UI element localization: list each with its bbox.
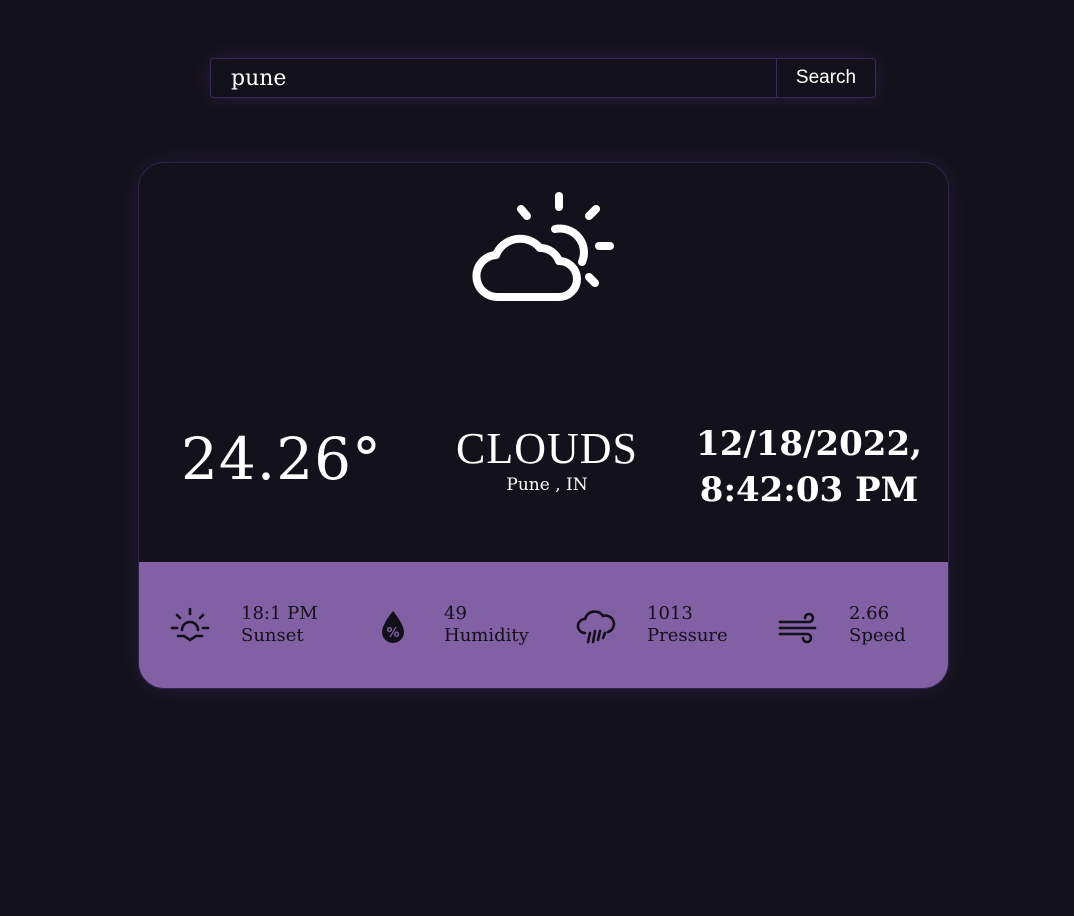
pressure-value: 1013 — [647, 603, 693, 624]
weather-condition: CLOUDS — [455, 424, 639, 473]
rain-cloud-icon — [576, 610, 616, 644]
location: Pune , IN — [506, 475, 588, 495]
weather-card: 24.26° CLOUDS Pune , IN 12/18/2022, 8:42… — [138, 162, 949, 689]
date-time: 12/18/2022, 8:42:03 PM — [679, 421, 939, 513]
wind-speed-label: Speed — [849, 625, 906, 646]
wind-text: 2.66 Speed — [849, 603, 906, 647]
date: 12/18/2022, — [696, 424, 922, 464]
pressure-label: Pressure — [647, 625, 728, 646]
pressure-text: 1013 Pressure — [647, 603, 728, 647]
sunset-label: Sunset — [241, 625, 304, 646]
sunset-text: 18:1 PM Sunset — [241, 603, 318, 647]
sunset-icon — [170, 607, 210, 642]
humidity-value: 49 — [444, 603, 467, 624]
sun-behind-cloud-icon — [472, 192, 614, 302]
details-strip: 18:1 PM Sunset % 49 Humidity 1013 Pressu… — [139, 562, 948, 688]
svg-text:%: % — [386, 626, 399, 641]
humidity-label: Humidity — [444, 625, 529, 646]
search-input[interactable] — [211, 59, 776, 97]
sunset-value: 18:1 PM — [241, 603, 318, 624]
temperature: 24.26° — [181, 425, 383, 493]
humidity-text: 49 Humidity — [444, 603, 529, 647]
condition-block: CLOUDS Pune , IN — [439, 424, 655, 496]
wind-icon — [778, 612, 817, 644]
wind-speed-value: 2.66 — [849, 603, 890, 624]
search-button[interactable]: Search — [776, 59, 875, 97]
search-bar: Search — [210, 58, 876, 98]
humidity-icon: % — [382, 611, 404, 643]
time: 8:42:03 PM — [699, 470, 919, 510]
